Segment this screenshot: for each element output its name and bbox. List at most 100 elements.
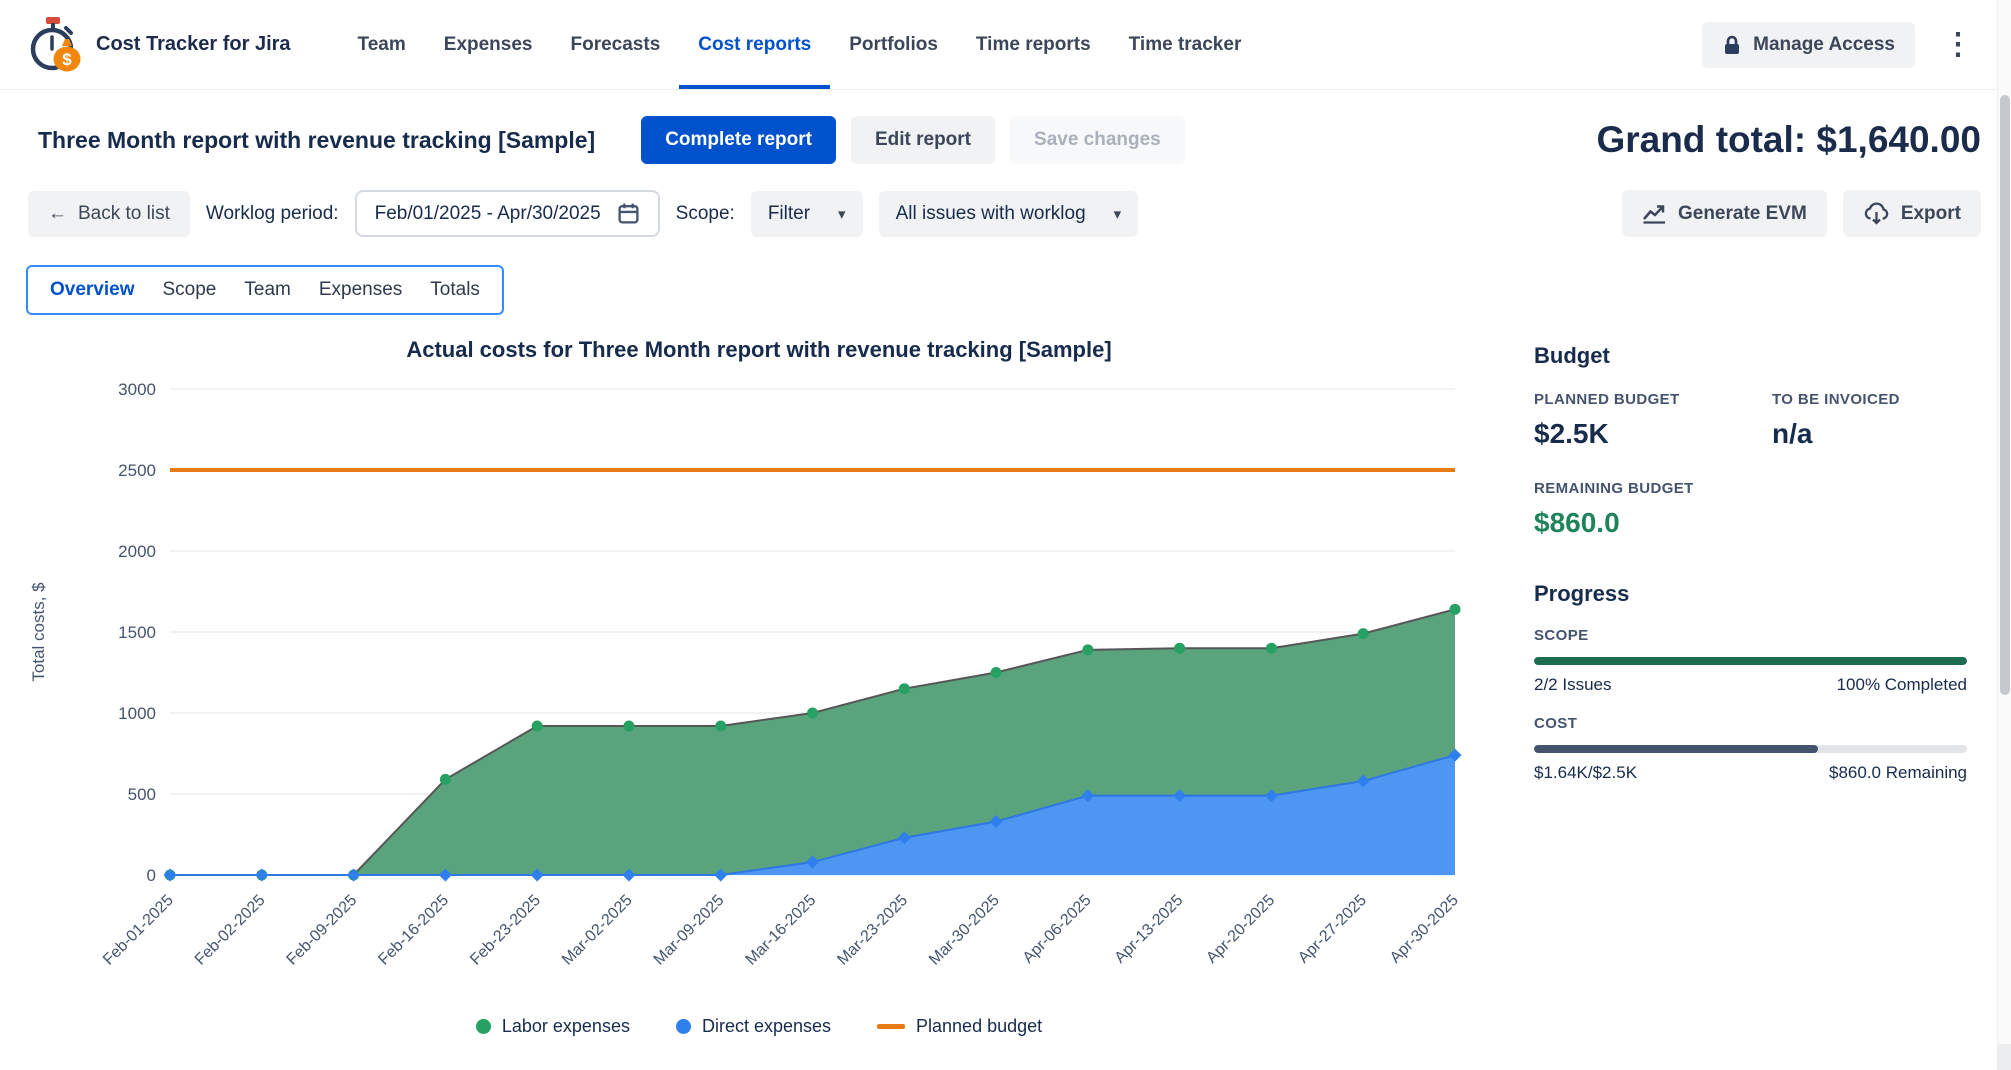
labor-marker bbox=[899, 683, 910, 694]
y-tick-label: 2500 bbox=[118, 461, 156, 480]
edit-report-button[interactable]: Edit report bbox=[851, 116, 995, 164]
legend-direct-expenses[interactable]: Direct expenses bbox=[676, 1016, 831, 1037]
legend-direct-label: Direct expenses bbox=[702, 1016, 831, 1037]
nav-item-portfolios[interactable]: Portfolios bbox=[830, 0, 957, 89]
labor-marker bbox=[440, 774, 451, 785]
scope-completed-pct: 100% Completed bbox=[1837, 675, 1967, 695]
y-tick-label: 500 bbox=[128, 785, 156, 804]
stopwatch-moneybag-icon: $ bbox=[26, 16, 82, 74]
chart-title: Actual costs for Three Month report with… bbox=[20, 337, 1498, 363]
evm-chart-icon bbox=[1642, 203, 1667, 224]
direct-marker bbox=[163, 868, 176, 881]
legend-budget-label: Planned budget bbox=[916, 1016, 1042, 1037]
more-menu-button[interactable]: ⋮ bbox=[1931, 25, 1985, 64]
legend-labor-label: Labor expenses bbox=[502, 1016, 630, 1037]
tab-team[interactable]: Team bbox=[230, 271, 304, 309]
header-actions: Manage Access ⋮ bbox=[1702, 22, 1985, 68]
scope-filter-select[interactable]: Filter ▾ bbox=[751, 191, 863, 237]
x-tick-label: Feb-01-2025 bbox=[100, 892, 177, 969]
labor-marker bbox=[1082, 644, 1093, 655]
cost-spent-value: $1.64K/$2.5K bbox=[1534, 763, 1637, 783]
to-be-invoiced-block: TO BE INVOICED n/a bbox=[1772, 391, 1967, 450]
remaining-budget-block: REMAINING BUDGET $860.0 bbox=[1534, 480, 1967, 539]
legend-labor-expenses[interactable]: Labor expenses bbox=[476, 1016, 630, 1037]
progress-heading: Progress bbox=[1534, 581, 1967, 607]
labor-marker bbox=[1266, 643, 1277, 654]
main-content: Actual costs for Three Month report with… bbox=[0, 329, 2011, 1037]
app-logo: $ Cost Tracker for Jira bbox=[26, 16, 291, 74]
generate-evm-button[interactable]: Generate EVM bbox=[1622, 190, 1827, 237]
scrollbar-thumb[interactable] bbox=[2000, 95, 2010, 695]
report-action-buttons: Complete report Edit report Save changes bbox=[641, 116, 1185, 164]
y-tick-label: 0 bbox=[147, 866, 156, 885]
tab-expenses[interactable]: Expenses bbox=[305, 271, 416, 309]
x-tick-label: Mar-09-2025 bbox=[651, 892, 728, 969]
x-tick-label: Mar-30-2025 bbox=[926, 892, 1003, 969]
nav-item-team[interactable]: Team bbox=[339, 0, 425, 89]
back-to-list-label: Back to list bbox=[78, 203, 170, 225]
scope-label: Scope: bbox=[676, 203, 735, 225]
cost-progress-track bbox=[1534, 745, 1967, 753]
calendar-icon bbox=[617, 202, 640, 225]
worklog-period-input[interactable]: Feb/01/2025 - Apr/30/2025 bbox=[355, 190, 660, 237]
budget-heading: Budget bbox=[1534, 343, 1967, 369]
cost-remaining-value: $860.0 Remaining bbox=[1829, 763, 1967, 783]
x-tick-label: Feb-09-2025 bbox=[284, 892, 361, 969]
complete-report-button[interactable]: Complete report bbox=[641, 116, 836, 164]
planned-budget-value: $2.5K bbox=[1534, 418, 1772, 450]
nav-item-cost-reports[interactable]: Cost reports bbox=[679, 0, 830, 89]
nav-item-time-tracker[interactable]: Time tracker bbox=[1110, 0, 1261, 89]
labor-marker bbox=[715, 720, 726, 731]
remaining-budget-value: $860.0 bbox=[1534, 507, 1967, 539]
app-header: $ Cost Tracker for Jira Team Expenses Fo… bbox=[0, 0, 2011, 90]
manage-access-button[interactable]: Manage Access bbox=[1702, 22, 1915, 68]
x-tick-label: Mar-23-2025 bbox=[834, 892, 911, 969]
x-tick-label: Feb-23-2025 bbox=[467, 892, 544, 969]
labor-marker bbox=[991, 667, 1002, 678]
report-title-row: Three Month report with revenue tracking… bbox=[0, 90, 2011, 164]
cost-progress-label: COST bbox=[1534, 715, 1967, 732]
vertical-scrollbar[interactable] bbox=[1997, 0, 2011, 1070]
y-axis-title: Total costs, $ bbox=[29, 582, 48, 682]
chevron-down-icon: ▾ bbox=[1114, 205, 1122, 223]
to-be-invoiced-value: n/a bbox=[1772, 418, 1967, 450]
report-tabs: Overview Scope Team Expenses Totals bbox=[26, 265, 504, 315]
planned-budget-label: PLANNED BUDGET bbox=[1534, 391, 1772, 408]
back-to-list-button[interactable]: ← Back to list bbox=[28, 191, 190, 237]
scope-progress-fill bbox=[1534, 657, 1967, 665]
y-tick-label: 1500 bbox=[118, 623, 156, 642]
cost-progress-caption: $1.64K/$2.5K $860.0 Remaining bbox=[1534, 763, 1967, 783]
worklog-period-label: Worklog period: bbox=[206, 203, 339, 225]
report-toolbar: ← Back to list Worklog period: Feb/01/20… bbox=[0, 190, 2011, 237]
chart-panel: Actual costs for Three Month report with… bbox=[20, 329, 1498, 1037]
generate-evm-label: Generate EVM bbox=[1678, 203, 1807, 225]
direct-dot-icon bbox=[676, 1019, 691, 1034]
tab-totals[interactable]: Totals bbox=[416, 271, 494, 309]
scope-filter-value: Filter bbox=[768, 203, 810, 225]
x-tick-label: Apr-13-2025 bbox=[1112, 892, 1187, 967]
labor-marker bbox=[623, 720, 634, 731]
cost-progress-section: COST $1.64K/$2.5K $860.0 Remaining bbox=[1534, 715, 1967, 783]
app-title: Cost Tracker for Jira bbox=[96, 33, 291, 56]
x-tick-label: Mar-02-2025 bbox=[559, 892, 636, 969]
labor-marker bbox=[1358, 628, 1369, 639]
export-button[interactable]: Export bbox=[1843, 190, 1981, 237]
tab-scope[interactable]: Scope bbox=[149, 271, 231, 309]
main-nav: Team Expenses Forecasts Cost reports Por… bbox=[339, 0, 1261, 89]
y-tick-label: 1000 bbox=[118, 704, 156, 723]
issues-scope-select[interactable]: All issues with worklog ▾ bbox=[879, 191, 1139, 237]
x-tick-label: Apr-27-2025 bbox=[1295, 892, 1370, 967]
x-tick-label: Apr-30-2025 bbox=[1387, 892, 1462, 967]
y-tick-label: 2000 bbox=[118, 542, 156, 561]
nav-item-time-reports[interactable]: Time reports bbox=[957, 0, 1110, 89]
nav-item-forecasts[interactable]: Forecasts bbox=[552, 0, 680, 89]
back-arrow-icon: ← bbox=[48, 203, 67, 225]
worklog-period-value: Feb/01/2025 - Apr/30/2025 bbox=[375, 203, 601, 225]
nav-item-expenses[interactable]: Expenses bbox=[425, 0, 552, 89]
chart-legend: Labor expenses Direct expenses Planned b… bbox=[20, 1016, 1498, 1037]
y-tick-label: 3000 bbox=[118, 380, 156, 399]
grand-total: Grand total: $1,640.00 bbox=[1596, 119, 1981, 161]
budget-grid: PLANNED BUDGET $2.5K TO BE INVOICED n/a … bbox=[1534, 391, 1967, 539]
legend-planned-budget[interactable]: Planned budget bbox=[877, 1016, 1042, 1037]
tab-overview[interactable]: Overview bbox=[36, 271, 149, 309]
